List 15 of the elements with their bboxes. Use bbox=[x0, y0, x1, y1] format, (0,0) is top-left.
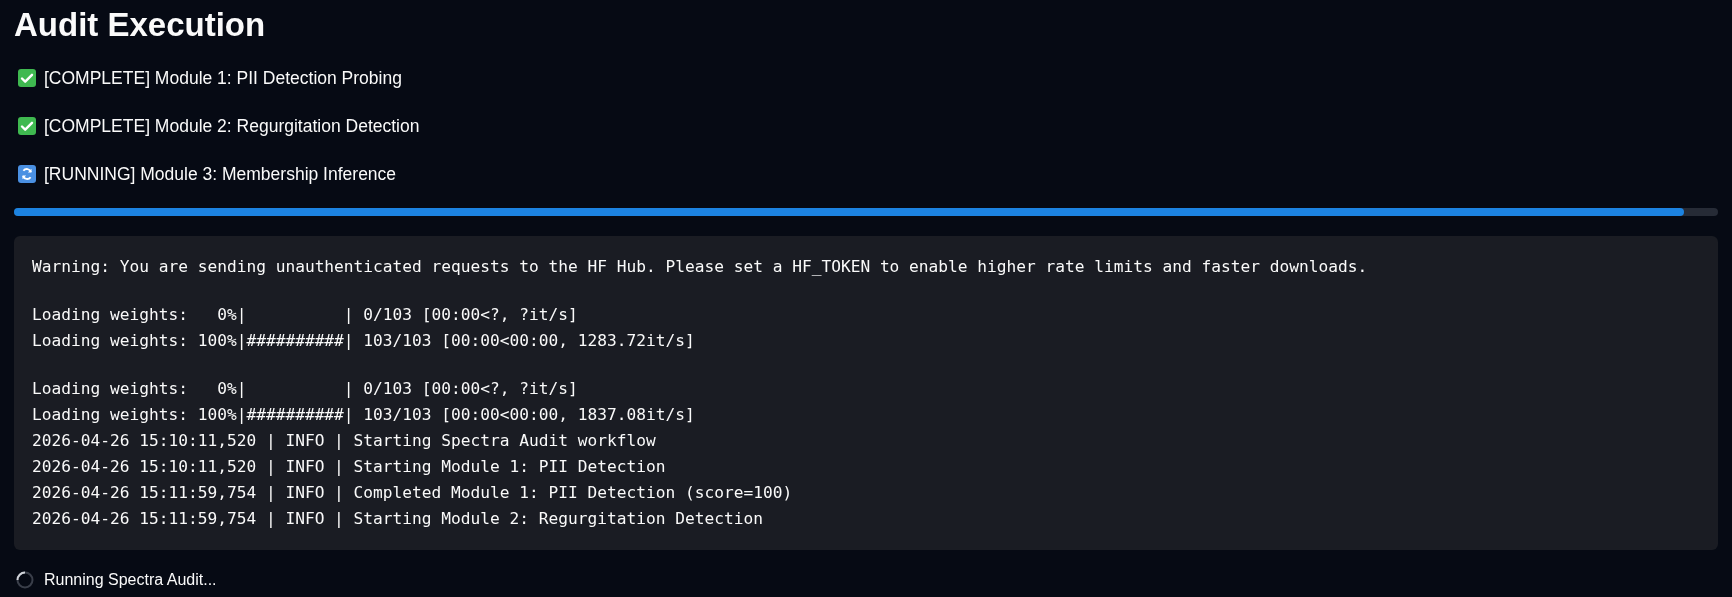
page-title: Audit Execution bbox=[14, 5, 266, 45]
log-line: 2026-04-26 15:10:11,520 | INFO | Starting Module 1: PII Detection bbox=[32, 456, 666, 478]
log-line: 2026-04-26 15:11:59,754 | INFO | Completed Module 1: PII Detection (score=100) bbox=[32, 482, 793, 504]
log-line: 2026-04-26 15:10:11,520 | INFO | Starting Spectra Audit workflow bbox=[32, 430, 656, 452]
module-status-text: [COMPLETE] Module 2: Regurgitation Detection bbox=[44, 114, 420, 138]
log-line: Loading weights: 100%|##########| 103/103 [00:00<00:00, 1837.08it/s] bbox=[32, 404, 695, 426]
log-line: Loading weights: 0%| | 0/103 [00:00<?, ?it/s] bbox=[32, 378, 578, 400]
spinner-icon bbox=[16, 571, 34, 589]
module-status-text: [RUNNING] Module 3: Membership Inference bbox=[44, 162, 397, 186]
module-status-text: [COMPLETE] Module 1: PII Detection Probing bbox=[44, 66, 402, 90]
log-line: Loading weights: 100%|##########| 103/103 [00:00<00:00, 1283.72it/s] bbox=[32, 330, 695, 352]
spinner-text: Running Spectra Audit... bbox=[44, 570, 217, 590]
log-line: Warning: You are sending unauthenticated requests to the HF Hub. Please set a HF_TOKEN to enable higher rate limits and faster downloads. bbox=[32, 256, 1368, 278]
log-line: Loading weights: 0%| | 0/103 [00:00<?, ?it/s] bbox=[32, 304, 578, 326]
log-line: 2026-04-26 15:11:59,754 | INFO | Starting Module 2: Regurgitation Detection bbox=[32, 508, 763, 530]
